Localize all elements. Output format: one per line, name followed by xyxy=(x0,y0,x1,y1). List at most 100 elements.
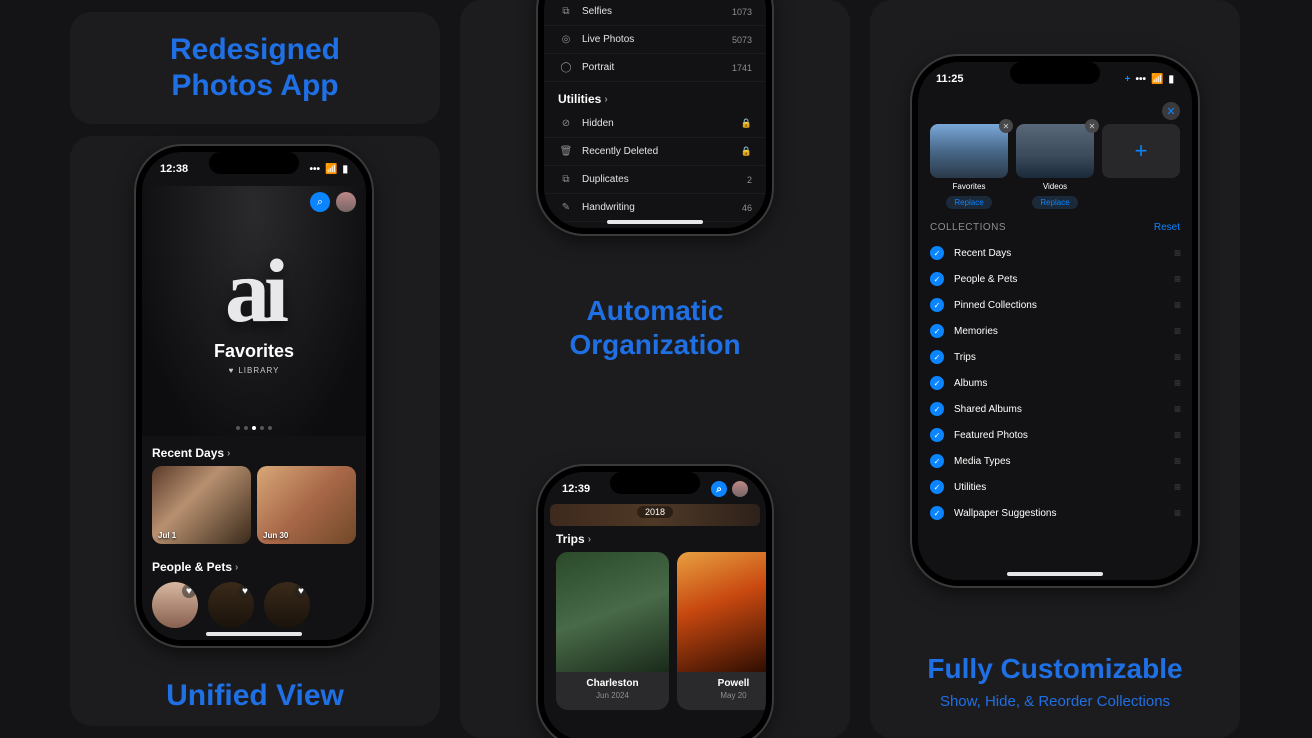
section-head-trips[interactable]: Trips› xyxy=(556,532,591,546)
card-automatic: ▭Videos316⧉Selfies1073◎Live Photos5073◯P… xyxy=(460,0,850,738)
pinned-favorites[interactable]: ✕ Favorites Replace xyxy=(930,124,1008,209)
drag-handle-icon[interactable]: ≡ xyxy=(1174,246,1180,260)
collection-row[interactable]: ✓ Pinned Collections ≡ xyxy=(930,292,1180,318)
reset-button[interactable]: Reset xyxy=(1154,222,1180,233)
check-icon[interactable]: ✓ xyxy=(930,298,944,312)
utility-icon: 🗑 xyxy=(558,146,574,157)
utility-row[interactable]: ⊘Hidden🔒 xyxy=(544,110,766,138)
check-icon[interactable]: ✓ xyxy=(930,324,944,338)
drag-handle-icon[interactable]: ≡ xyxy=(1174,428,1180,442)
pinned-videos[interactable]: ✕ Videos Replace xyxy=(1016,124,1094,209)
recent-thumb-jul1[interactable]: Jul 1 xyxy=(152,466,251,544)
utility-row[interactable]: ⧉Duplicates2 xyxy=(544,166,766,194)
media-type-row[interactable]: ◯Portrait1741 xyxy=(544,54,766,82)
utility-icon: ⊘ xyxy=(558,118,574,129)
collection-row[interactable]: ✓ Memories ≡ xyxy=(930,318,1180,344)
title-automatic: Automatic Organization xyxy=(460,294,850,361)
clock: 12:38 xyxy=(160,163,188,175)
media-type-row[interactable]: ◎Live Photos5073 xyxy=(544,26,766,54)
collection-row[interactable]: ✓ People & Pets ≡ xyxy=(930,266,1180,292)
search-icon[interactable]: ⌕ xyxy=(711,481,727,497)
hero-subtitle: ♥LIBRARY xyxy=(229,366,280,375)
chevron-right-icon: › xyxy=(604,94,607,105)
card-redesigned: Redesigned Photos App xyxy=(70,12,440,124)
collection-row[interactable]: ✓ Utilities ≡ xyxy=(930,474,1180,500)
hero-card[interactable]: ⌕ ai Favorites ♥LIBRARY xyxy=(142,186,366,436)
media-type-row[interactable]: ⧉Selfies1073 xyxy=(544,0,766,26)
drag-handle-icon[interactable]: ≡ xyxy=(1174,480,1180,494)
title-unified: Unified View xyxy=(70,678,440,714)
title-redesigned: Redesigned Photos App xyxy=(170,32,340,104)
pet-thumb[interactable] xyxy=(208,582,254,628)
utility-row[interactable]: 🗑Recently Deleted🔒 xyxy=(544,138,766,166)
drag-handle-icon[interactable]: ≡ xyxy=(1174,298,1180,312)
media-type-list: ▭Videos316⧉Selfies1073◎Live Photos5073◯P… xyxy=(544,0,766,228)
drag-handle-icon[interactable]: ≡ xyxy=(1174,402,1180,416)
utility-icon: ✎ xyxy=(558,202,574,213)
check-icon[interactable]: ✓ xyxy=(930,246,944,260)
title-customizable: Fully Customizable xyxy=(870,652,1240,686)
utility-row[interactable]: ✎Handwriting46 xyxy=(544,194,766,222)
check-icon[interactable]: ✓ xyxy=(930,376,944,390)
collection-row[interactable]: ✓ Albums ≡ xyxy=(930,370,1180,396)
card-unified: 12:38 •••📶▮ ⌕ ai Favorites ♥LIBRARY Rece… xyxy=(70,136,440,726)
type-icon: ⧉ xyxy=(558,6,574,17)
recent-thumb-jun30[interactable]: Jun 30 xyxy=(257,466,356,544)
check-icon[interactable]: ✓ xyxy=(930,272,944,286)
pet-thumb[interactable] xyxy=(264,582,310,628)
drag-handle-icon[interactable]: ≡ xyxy=(1174,376,1180,390)
replace-button[interactable]: Replace xyxy=(1032,196,1077,209)
remove-icon[interactable]: ✕ xyxy=(999,119,1013,133)
utilities-header[interactable]: Utilities› xyxy=(544,82,766,110)
trip-card-charleston[interactable]: CharlestonJun 2024 xyxy=(556,552,669,710)
trip-card-powell[interactable]: PowellMay 20 xyxy=(677,552,766,710)
chevron-right-icon: › xyxy=(588,534,591,545)
search-icon[interactable]: ⌕ xyxy=(310,192,330,212)
check-icon[interactable]: ✓ xyxy=(930,480,944,494)
close-icon[interactable]: ✕ xyxy=(1162,102,1180,120)
drag-handle-icon[interactable]: ≡ xyxy=(1174,454,1180,468)
collection-label: Recent Days xyxy=(954,248,1174,259)
avatar[interactable] xyxy=(336,192,356,212)
collection-label: Memories xyxy=(954,326,1174,337)
drag-handle-icon[interactable]: ≡ xyxy=(1174,506,1180,520)
drag-handle-icon[interactable]: ≡ xyxy=(1174,272,1180,286)
collection-label: Media Types xyxy=(954,456,1174,467)
collection-label: Featured Photos xyxy=(954,430,1174,441)
section-head-recent[interactable]: Recent Days› xyxy=(152,446,356,460)
add-pinned-button[interactable]: + xyxy=(1102,124,1180,178)
remove-icon[interactable]: ✕ xyxy=(1085,119,1099,133)
home-indicator[interactable] xyxy=(206,632,302,636)
collection-row[interactable]: ✓ Trips ≡ xyxy=(930,344,1180,370)
status-icons: +•••📶▮ xyxy=(1125,74,1174,85)
drag-handle-icon[interactable]: ≡ xyxy=(1174,350,1180,364)
pager-dots[interactable] xyxy=(236,426,272,430)
check-icon[interactable]: ✓ xyxy=(930,428,944,442)
phone-customize: 11:25 +•••📶▮ ✕ ✕ Favorites Replace ✕ Vid… xyxy=(912,56,1198,586)
collection-row[interactable]: ✓ Featured Photos ≡ xyxy=(930,422,1180,448)
section-recent-days: Recent Days› Jul 1 Jun 30 xyxy=(152,446,356,544)
home-indicator[interactable] xyxy=(607,220,703,224)
replace-button[interactable]: Replace xyxy=(946,196,991,209)
collections-list: ✓ Recent Days ≡ ✓ People & Pets ≡ ✓ Pinn… xyxy=(930,240,1180,526)
collection-row[interactable]: ✓ Wallpaper Suggestions ≡ xyxy=(930,500,1180,526)
status-icons: •••📶▮ xyxy=(310,164,348,175)
collection-label: Wallpaper Suggestions xyxy=(954,508,1174,519)
check-icon[interactable]: ✓ xyxy=(930,454,944,468)
collection-row[interactable]: ✓ Shared Albums ≡ xyxy=(930,396,1180,422)
collection-row[interactable]: ✓ Recent Days ≡ xyxy=(930,240,1180,266)
section-head-people[interactable]: People & Pets› xyxy=(152,560,356,574)
check-icon[interactable]: ✓ xyxy=(930,350,944,364)
check-icon[interactable]: ✓ xyxy=(930,506,944,520)
drag-handle-icon[interactable]: ≡ xyxy=(1174,324,1180,338)
pinned-row: ✕ Favorites Replace ✕ Videos Replace + xyxy=(930,124,1180,209)
person-thumb[interactable] xyxy=(152,582,198,628)
collections-header: COLLECTIONS xyxy=(930,222,1006,233)
avatar[interactable] xyxy=(732,481,748,497)
hero-title: Favorites xyxy=(214,341,294,362)
collection-label: Shared Albums xyxy=(954,404,1174,415)
year-pill: 2018 xyxy=(637,506,673,518)
check-icon[interactable]: ✓ xyxy=(930,402,944,416)
collection-row[interactable]: ✓ Media Types ≡ xyxy=(930,448,1180,474)
home-indicator[interactable] xyxy=(1007,572,1103,576)
